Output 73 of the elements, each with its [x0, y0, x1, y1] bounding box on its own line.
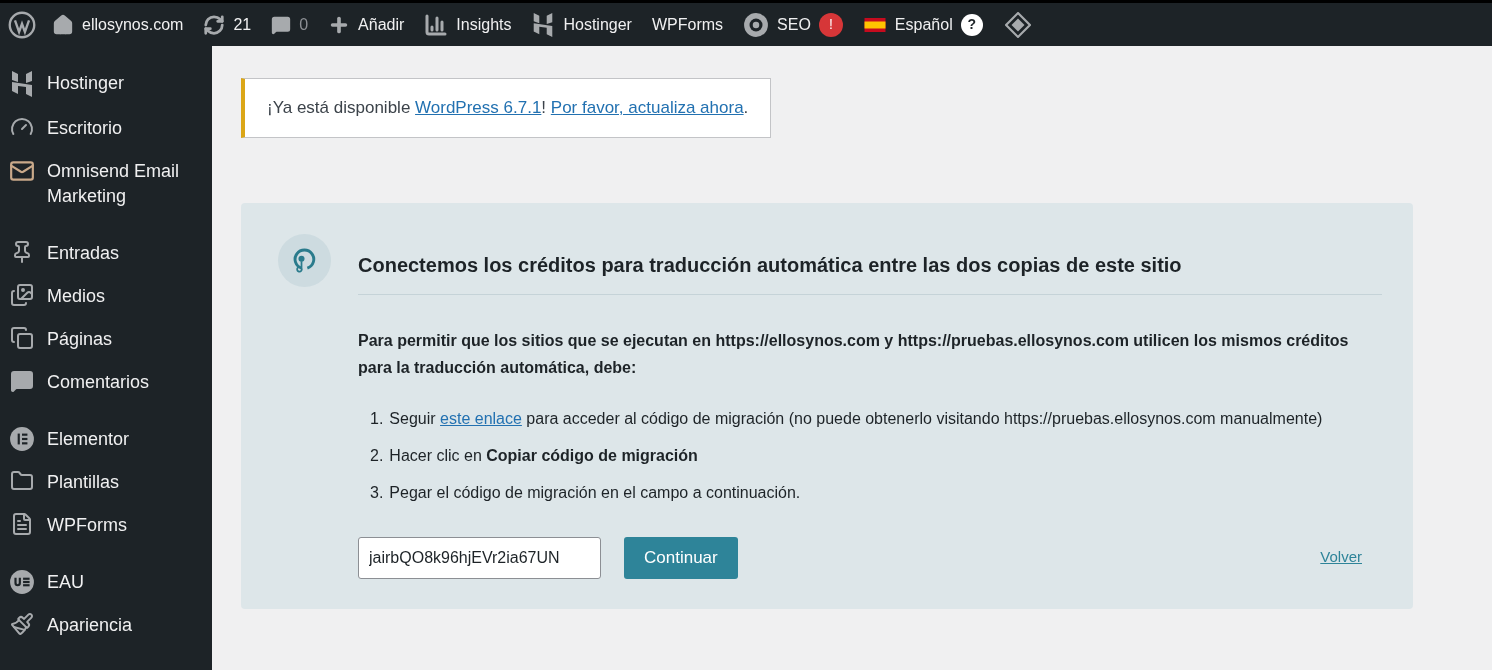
sidebar-label: EAU [47, 571, 85, 594]
comment-icon [10, 369, 34, 393]
flag-icon [862, 17, 887, 32]
language-label: Español [894, 14, 953, 35]
seo-link[interactable]: SEO ! [735, 3, 851, 46]
sidebar-item[interactable]: Medios [0, 275, 212, 318]
sidebar-label: Hostinger [47, 72, 126, 95]
sidebar-item[interactable]: Omnisend Email Marketing [0, 150, 212, 218]
step-text: Seguir este enlace para acceder al código de migración (no puede obtenerlo visitando https://pruebas.ellosynos.com manualmente) [389, 408, 1323, 429]
migration-code-field[interactable]: jairbQO8k96hjEVr2ia67UN [358, 536, 601, 579]
sidebar-item[interactable]: Apariencia [0, 604, 212, 647]
sidebar-item[interactable]: Páginas [0, 318, 212, 361]
updates-count: 21 [233, 14, 252, 35]
sidebar-item[interactable]: Elementor [0, 418, 212, 461]
wordpress-logo-icon[interactable] [8, 10, 36, 39]
sidebar-label: Páginas [47, 328, 114, 351]
insights-label: Insights [456, 14, 512, 35]
insights-link[interactable]: Insights [416, 3, 520, 46]
notice-text: ¡Ya está disponible WordPress 6.7.1! Por favor, actualiza ahora. [267, 97, 749, 119]
media-icon [10, 283, 34, 307]
notice-link[interactable]: Por favor, actualiza ahora [550, 98, 744, 117]
comment-icon [271, 14, 292, 35]
wpforms-link[interactable]: WPForms [643, 3, 732, 46]
paintbrush-icon [10, 612, 34, 636]
site-name: ellosynos.com [82, 14, 184, 35]
sidebar-item[interactable]: Comentarios [0, 361, 212, 404]
envelope-icon [9, 158, 35, 184]
sidebar-label: Elementor [47, 428, 131, 451]
home-icon [52, 13, 74, 36]
sidebar-item[interactable]: Hostinger [0, 62, 212, 107]
sidebar-item[interactable]: Entradas [0, 232, 212, 275]
notice-link[interactable]: WordPress 6.7.1 [415, 98, 542, 117]
add-label: Añadir [358, 14, 405, 35]
pages-icon [10, 326, 34, 350]
diamond-logo-icon[interactable] [1004, 11, 1031, 38]
continue-button[interactable]: Continuar [624, 536, 738, 579]
hostinger-logo-icon [9, 70, 35, 98]
hostinger-label: Hostinger [563, 14, 632, 35]
site-link[interactable]: ellosynos.com [44, 3, 192, 46]
card-title: Conectemos los créditos para traducción automática entre las dos copias de este sitio [358, 249, 1382, 295]
step-text: Hacer clic en Copiar código de migración [389, 445, 698, 466]
refresh-icon [203, 13, 226, 36]
sidebar-label: Escritorio [47, 117, 123, 140]
sidebar-label: Omnisend Email Marketing [47, 160, 181, 208]
folder-icon [10, 469, 34, 493]
notification-badge: ! [818, 12, 843, 37]
bar-chart-icon [424, 12, 449, 37]
sidebar-label: Entradas [47, 242, 121, 265]
sidebar-label: Medios [47, 285, 107, 308]
comments-count: 0 [299, 14, 309, 35]
step-number: 1. [370, 408, 384, 429]
updates-link[interactable]: 21 [195, 3, 260, 46]
sidebar-item[interactable]: EAU [0, 561, 212, 604]
sidebar-item[interactable]: Escritorio [0, 107, 212, 150]
help-badge: ? [960, 13, 983, 36]
step-number: 2. [370, 445, 384, 466]
elementor-icon [9, 426, 35, 452]
eau-icon [9, 569, 35, 595]
hostinger-link[interactable]: Hostinger [523, 3, 640, 46]
step-link[interactable]: este enlace [440, 409, 522, 427]
form-icon [10, 512, 34, 536]
card-intro: Para permitir que los sitios que se ejecutan en https://ellosynos.com y https://pruebas.ellosynos.com utilicen los mismos créditos para la traducción automática, debe: [358, 330, 1350, 378]
step-text: Pegar el código de migración en el campo a continuación. [389, 482, 801, 503]
sidebar-label: Comentarios [47, 371, 151, 394]
sidebar-item[interactable]: WPForms [0, 504, 212, 547]
sidebar-label: WPForms [47, 514, 128, 537]
seo-label: SEO [777, 14, 811, 35]
step-number: 3. [370, 482, 384, 503]
sidebar-label: Plantillas [47, 471, 121, 494]
language-switcher[interactable]: Español ? [854, 3, 991, 46]
sidebar-item[interactable]: Plantillas [0, 461, 212, 504]
sidebar-label: Apariencia [47, 614, 134, 637]
add-new-link[interactable]: Añadir [320, 3, 413, 46]
